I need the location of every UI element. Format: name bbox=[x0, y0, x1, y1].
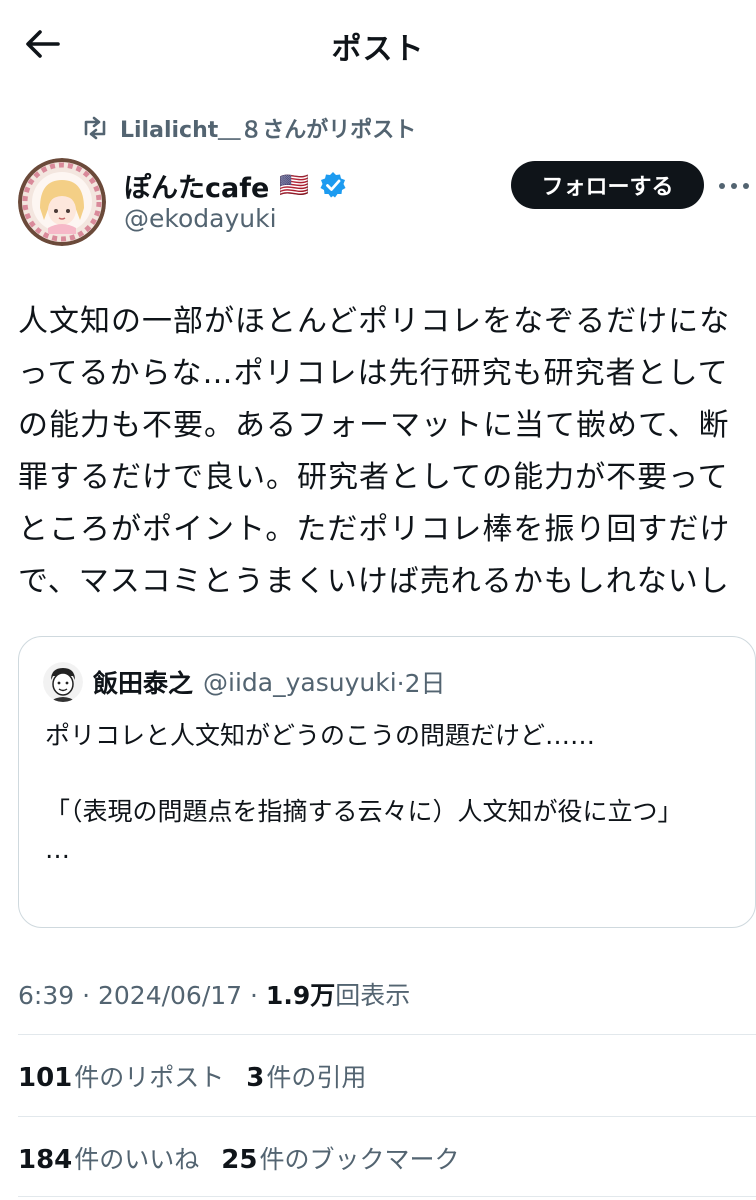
divider bbox=[18, 1116, 756, 1117]
divider bbox=[18, 1196, 756, 1197]
tweet-time[interactable]: 6:39 bbox=[18, 981, 74, 1010]
verified-badge-icon bbox=[320, 172, 346, 198]
quote-author-name: 飯田泰之 bbox=[93, 669, 194, 698]
repost-count: 101 bbox=[18, 1063, 73, 1093]
repost-count-link[interactable]: 101 件のリポスト bbox=[18, 1058, 224, 1094]
quote-count: 3 bbox=[246, 1063, 265, 1093]
view-count: 1.9万 bbox=[265, 981, 336, 1010]
avatar-image bbox=[18, 158, 106, 246]
quote-tweet-card[interactable]: 飯田泰之 @iida_yasuyuki ·2日 ポリコレと人文知がどうのこうの問… bbox=[18, 636, 756, 928]
like-count: 184 bbox=[18, 1145, 73, 1175]
repost-count-label: 件のリポスト bbox=[74, 1063, 225, 1092]
like-count-link[interactable]: 184 件のいいね bbox=[18, 1140, 199, 1176]
tweet-date[interactable]: 2024/06/17 bbox=[98, 981, 242, 1010]
quote-count-label: 件の引用 bbox=[266, 1063, 367, 1092]
follow-button[interactable]: フォローする bbox=[511, 161, 704, 209]
stats-row-likes: 184 件のいいね 25 件のブックマーク bbox=[18, 1138, 460, 1178]
like-count-label: 件のいいね bbox=[74, 1145, 200, 1174]
tweet-meta: 6:39 · 2024/06/17 · 1.9万回表示 bbox=[18, 976, 410, 1012]
divider bbox=[18, 1034, 756, 1035]
bookmark-count: 25 bbox=[221, 1145, 258, 1175]
stats-row-reposts: 101 件のリポスト 3 件の引用 bbox=[18, 1056, 366, 1096]
meta-separator: · bbox=[74, 981, 98, 1010]
quote-author-handle: @iida_yasuyuki bbox=[203, 667, 397, 697]
view-label: 回表示 bbox=[335, 981, 411, 1010]
page-title: ポスト bbox=[331, 32, 425, 67]
quote-time: ·2日 bbox=[396, 669, 446, 698]
more-icon bbox=[719, 183, 749, 189]
author-avatar[interactable] bbox=[18, 158, 106, 246]
quote-header: 飯田泰之 @iida_yasuyuki ·2日 bbox=[43, 661, 446, 703]
quote-count-link[interactable]: 3 件の引用 bbox=[246, 1058, 366, 1094]
top-bar: ポスト bbox=[0, 0, 756, 92]
quote-text: ポリコレと人文知がどうのこうの問題だけど…… 「（表現の問題点を指摘する云々に）… bbox=[45, 721, 683, 864]
more-options-button[interactable] bbox=[716, 168, 756, 204]
quote-avatar-image bbox=[43, 662, 83, 702]
repost-text: Lilalicht＿８さんがリポスト bbox=[120, 118, 417, 143]
quote-avatar bbox=[43, 662, 83, 702]
post-detail-page: ポスト Lilalicht＿８さんがリポスト ぽんたcafe 🇺🇸 @ekoda… bbox=[0, 0, 756, 1200]
bookmark-count-link[interactable]: 25 件のブックマーク bbox=[221, 1140, 459, 1176]
flag-emoji: 🇺🇸 bbox=[279, 171, 310, 199]
tweet-text: 人文知の一部がほとんどポリコレをなぞるだけになってるからな…ポリコレは先行研究も… bbox=[18, 304, 731, 599]
repost-indicator[interactable]: Lilalicht＿８さんがリポスト bbox=[80, 112, 416, 144]
author-name-row[interactable]: ぽんたcafe 🇺🇸 bbox=[124, 166, 347, 204]
meta-separator: · bbox=[242, 981, 266, 1010]
repost-icon bbox=[84, 116, 106, 140]
author-handle[interactable]: @ekodayuki bbox=[124, 204, 277, 233]
bookmark-count-label: 件のブックマーク bbox=[259, 1145, 460, 1174]
author-name: ぽんたcafe bbox=[124, 172, 270, 204]
